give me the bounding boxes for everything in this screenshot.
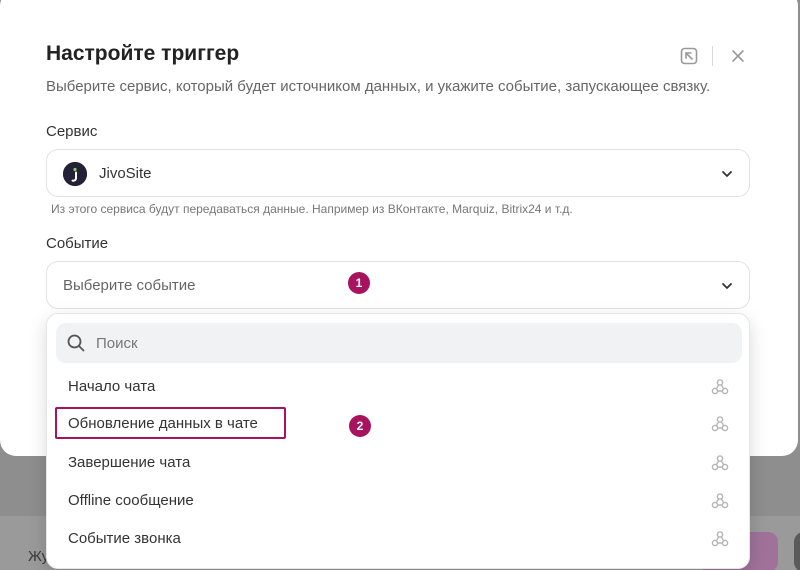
search-icon — [67, 334, 85, 352]
modal-title: Настройте триггер — [46, 42, 240, 65]
option-label: Обновление данных в чате — [68, 415, 258, 432]
service-label: Сервис — [46, 123, 98, 140]
service-selected-value: JivoSite — [99, 165, 152, 182]
option-label: Завершение чата — [68, 454, 191, 471]
event-option-chat-start[interactable]: Начало чата — [55, 370, 743, 404]
background-button-secondary — [794, 532, 800, 570]
annotation-badge-1: 1 — [348, 272, 370, 294]
jivosite-logo-icon — [63, 162, 87, 186]
event-option-offline-message[interactable]: Offline сообщение — [55, 484, 743, 518]
modal-subtitle: Выберите сервис, который будет источнико… — [46, 78, 711, 95]
webhook-icon — [711, 531, 729, 547]
option-label: Offline сообщение — [68, 492, 194, 509]
header-divider — [712, 46, 713, 66]
collapse-modal-icon[interactable] — [679, 46, 699, 66]
chevron-down-icon — [722, 171, 732, 177]
close-icon[interactable] — [728, 46, 748, 66]
option-label: Событие звонка — [68, 530, 181, 547]
search-input[interactable] — [96, 323, 726, 363]
webhook-icon — [711, 493, 729, 509]
event-placeholder: Выберите событие — [63, 277, 196, 294]
service-hint: Из этого сервиса будут передаваться данн… — [51, 202, 573, 216]
search-box[interactable] — [56, 323, 742, 363]
webhook-icon — [711, 379, 729, 395]
option-label: Начало чата — [68, 378, 156, 395]
webhook-icon — [711, 416, 729, 432]
event-option-chat-end[interactable]: Завершение чата — [55, 446, 743, 480]
chevron-down-icon — [722, 283, 732, 289]
event-option-call-event[interactable]: Событие звонка — [55, 522, 743, 556]
event-select[interactable]: Выберите событие — [46, 261, 750, 309]
annotation-badge-2: 2 — [349, 415, 371, 437]
webhook-icon — [711, 455, 729, 471]
service-select[interactable]: JivoSite — [46, 149, 750, 197]
event-label: Событие — [46, 235, 109, 252]
event-option-chat-data-update[interactable]: Обновление данных в чате — [55, 407, 743, 441]
event-dropdown: Начало чата Обновление данных в чате 2 З… — [46, 313, 750, 569]
